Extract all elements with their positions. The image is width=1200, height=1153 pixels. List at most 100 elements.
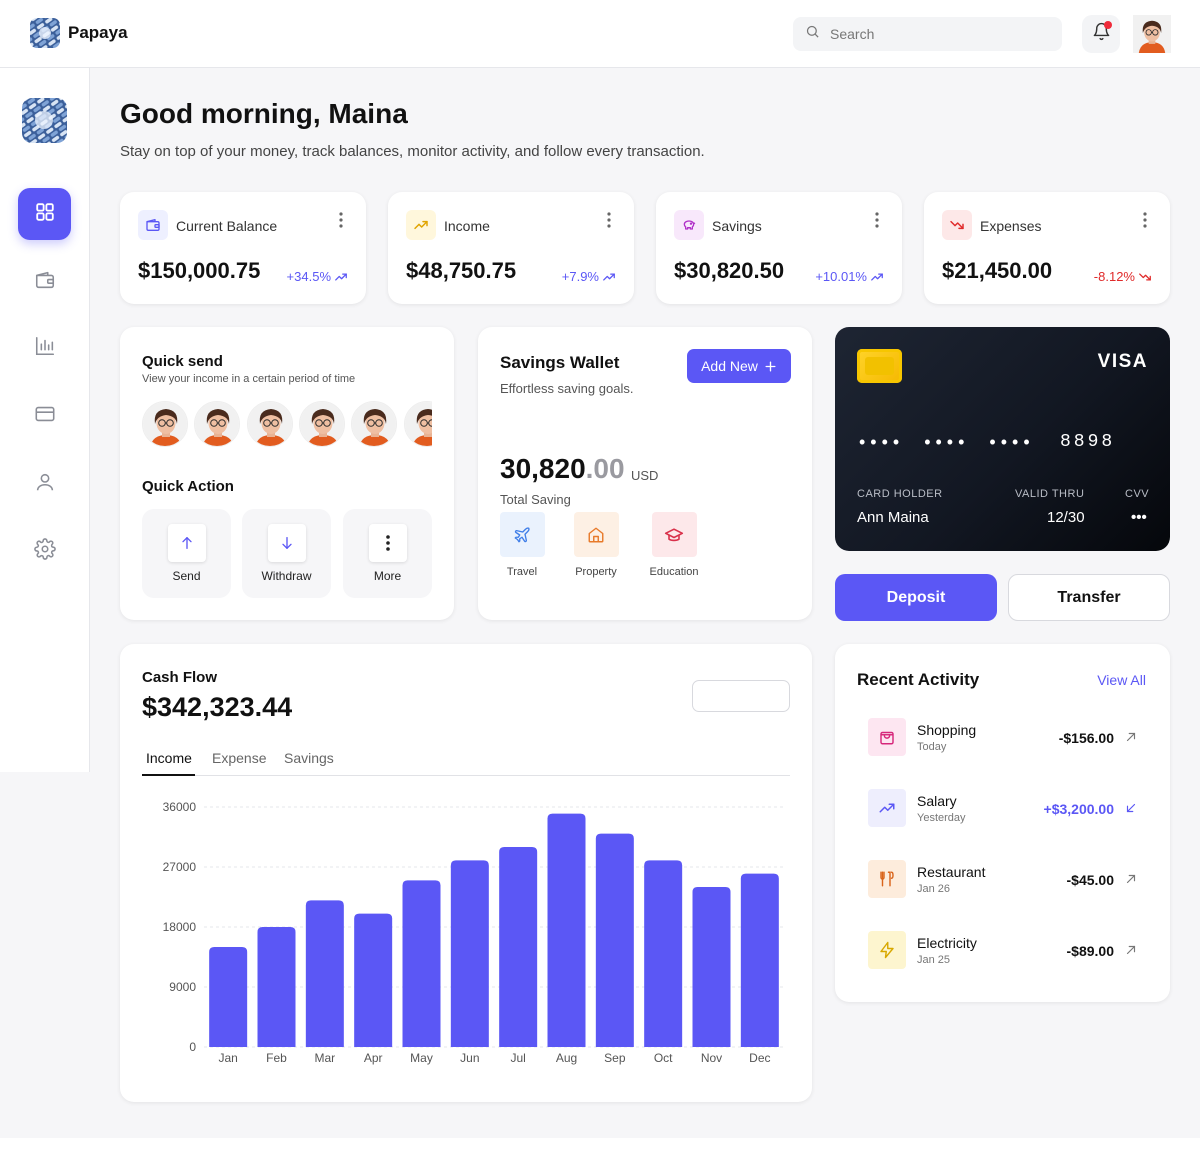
trending-up-icon: [335, 272, 347, 281]
arrow-down-left-icon: [1126, 803, 1136, 813]
activity-name: Shopping: [917, 722, 977, 738]
goal-education[interactable]: Education: [644, 512, 704, 578]
sidebar-item-cards[interactable]: [18, 390, 71, 442]
more-button[interactable]: More: [343, 509, 432, 598]
activity-date: Jan 26: [917, 883, 951, 895]
send-button[interactable]: Send: [142, 509, 231, 598]
goal-property[interactable]: Property: [566, 512, 626, 578]
trending-down-icon: [942, 210, 972, 240]
chart-bar-feb[interactable]: [257, 927, 296, 1047]
card-number-masked: •••• •••• ••••: [859, 432, 1035, 452]
recent-activity-title: Recent Activity: [857, 670, 980, 689]
contact-avatar[interactable]: [194, 401, 240, 447]
sidebar-item-settings[interactable]: [18, 525, 71, 577]
x-tick-label: Jul: [510, 1051, 525, 1065]
send-label: Send: [172, 569, 201, 583]
cvv-value: •••: [1131, 509, 1147, 526]
stat-label: Savings: [712, 218, 762, 234]
activity-row[interactable]: Restaurant Jan 26 -$45.00: [868, 860, 1138, 900]
contact-avatar[interactable]: [404, 401, 432, 447]
stat-change-value: +7.9%: [561, 269, 599, 284]
add-new-button[interactable]: Add New: [687, 349, 791, 383]
activity-amount: +$3,200.00: [1043, 801, 1114, 817]
chart-bar-dec[interactable]: [740, 873, 779, 1047]
stat-card-current-balance[interactable]: Current Balance $150,000.75 +34.5%: [120, 192, 366, 304]
withdraw-button[interactable]: Withdraw: [242, 509, 331, 598]
top-bar: Papaya: [0, 0, 1200, 68]
x-tick-label: Oct: [654, 1051, 673, 1065]
activity-row[interactable]: Salary Yesterday +$3,200.00: [868, 789, 1138, 829]
recent-activity-card: Recent Activity View All Shopping Today …: [835, 644, 1170, 1002]
chart-bar-apr[interactable]: [354, 913, 393, 1047]
sidebar-underfill: [0, 772, 90, 1138]
amount-main: 30,820: [500, 453, 586, 484]
activity-amount: -$89.00: [1066, 943, 1114, 959]
valid-thru-value: 12/30: [1047, 509, 1085, 526]
x-tick-label: Jan: [218, 1051, 237, 1065]
chart-bar-jun[interactable]: [450, 860, 489, 1047]
card-holder-name: Ann Maina: [857, 509, 929, 526]
stat-card-income[interactable]: Income $48,750.75 +7.9%: [388, 192, 634, 304]
trending-up-icon: [871, 272, 883, 281]
more-vertical-icon[interactable]: [606, 212, 612, 228]
withdraw-label: Withdraw: [261, 569, 312, 583]
contact-avatar[interactable]: [142, 401, 188, 447]
goal-label: Travel: [506, 566, 538, 578]
contact-avatar[interactable]: [299, 401, 345, 447]
more-vertical-icon[interactable]: [874, 212, 880, 228]
search-bar[interactable]: [793, 17, 1062, 51]
savings-wallet-card: Savings Wallet Effortless saving goals. …: [478, 327, 812, 620]
activity-amount: -$45.00: [1066, 872, 1114, 888]
stat-card-expenses[interactable]: Expenses $21,450.00 -8.12%: [924, 192, 1170, 304]
chart-bar-may[interactable]: [402, 880, 441, 1047]
trending-up-icon: [603, 272, 615, 281]
chart-bar-jan[interactable]: [209, 947, 248, 1047]
sidebar-item-profile[interactable]: [18, 458, 71, 510]
arrow-up-right-icon: [1126, 732, 1136, 742]
sidebar-logo[interactable]: [22, 98, 67, 143]
chart-bar-oct[interactable]: [644, 860, 683, 1047]
x-tick-label: Jun: [460, 1051, 479, 1065]
x-tick-label: Dec: [749, 1051, 770, 1065]
contact-avatar[interactable]: [247, 401, 293, 447]
chart-bar-nov[interactable]: [692, 887, 731, 1047]
deposit-button[interactable]: Deposit: [835, 574, 997, 621]
search-input[interactable]: [830, 26, 1030, 42]
sidebar-item-analytics[interactable]: [18, 322, 71, 374]
quick-send-card: Quick send View your income in a certain…: [120, 327, 454, 620]
chart-bar-mar[interactable]: [305, 900, 344, 1047]
credit-card-icon: [34, 403, 56, 430]
view-all-link[interactable]: View All: [1097, 672, 1146, 688]
total-saving-amount: 30,820.00: [500, 453, 625, 485]
brand[interactable]: Papaya: [30, 18, 128, 48]
goal-travel[interactable]: Travel: [492, 512, 552, 578]
stat-value: $48,750.75: [406, 258, 517, 283]
user-avatar[interactable]: [1132, 14, 1172, 54]
stat-change: +10.01%: [815, 269, 884, 284]
activity-name: Restaurant: [917, 864, 986, 880]
more-label: More: [373, 569, 402, 583]
more-vertical-icon[interactable]: [338, 212, 344, 228]
trending-up-icon: [868, 789, 906, 827]
notifications-button[interactable]: [1082, 15, 1120, 53]
utensils-icon: [868, 860, 906, 898]
sidebar-item-wallet[interactable]: [18, 256, 71, 308]
chart-bar-jul[interactable]: [499, 847, 538, 1047]
credit-card[interactable]: VISA •••• •••• •••• 8898 CARD HOLDER Ann…: [835, 327, 1170, 551]
stat-card-savings[interactable]: Savings $30,820.50 +10.01%: [656, 192, 902, 304]
sidebar-item-dashboard[interactable]: [18, 188, 71, 240]
card-holder-label: CARD HOLDER: [857, 488, 943, 500]
arrow-up-icon: [168, 524, 206, 562]
stat-label: Income: [444, 218, 490, 234]
transfer-button[interactable]: Transfer: [1008, 574, 1170, 621]
stat-change-value: +34.5%: [286, 269, 331, 284]
chart-bar-aug[interactable]: [547, 813, 586, 1047]
contact-avatar[interactable]: [351, 401, 397, 447]
stat-value: $21,450.00: [942, 258, 1053, 283]
activity-row[interactable]: Shopping Today -$156.00: [868, 718, 1138, 758]
trending-down-icon: [1139, 272, 1151, 281]
chart-bar-sep[interactable]: [595, 833, 634, 1047]
activity-row[interactable]: Electricity Jan 25 -$89.00: [868, 931, 1138, 971]
more-vertical-icon[interactable]: [1142, 212, 1148, 228]
quick-send-subtitle: View your income in a certain period of …: [142, 373, 356, 385]
